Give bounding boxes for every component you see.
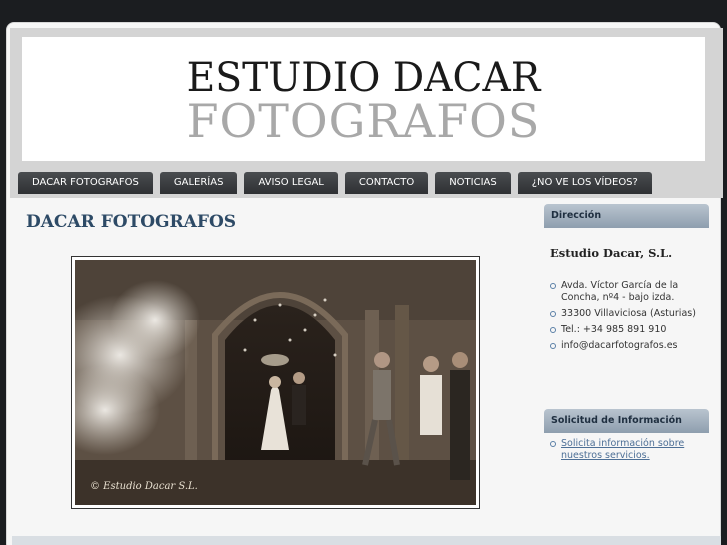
list-item: Avda. Víctor García de la Concha, nº4 - … <box>550 280 710 304</box>
list-item: info@dacarfotografos.es <box>550 340 710 352</box>
list-item: 33300 Villaviciosa (Asturias) <box>550 308 710 320</box>
nav-item-dacar-fotografos[interactable]: DACAR FOTOGRAFOS <box>18 172 153 194</box>
logo-line-2: FOTOGRAFOS <box>186 94 541 148</box>
address-list: Avda. Víctor García de la Concha, nº4 - … <box>550 280 710 356</box>
list-item: Tel.: +34 985 891 910 <box>550 324 710 336</box>
address-email: info@dacarfotografos.es <box>561 340 678 351</box>
bullet-icon <box>550 343 556 349</box>
company-name: Estudio Dacar, S.L. <box>550 246 673 260</box>
address-city: 33300 Villaviciosa (Asturias) <box>561 308 696 319</box>
nav-item-galerias[interactable]: GALERÍAS <box>159 172 238 194</box>
bullet-icon <box>550 311 556 317</box>
bullet-icon <box>550 327 556 333</box>
list-item: Solicita información sobre nuestros serv… <box>550 438 710 462</box>
info-request-list: Solicita información sobre nuestros serv… <box>550 438 710 466</box>
address-heading: Dirección <box>544 204 709 228</box>
bullet-icon <box>550 283 556 289</box>
photo-image: © Estudio Dacar S.L. <box>75 260 476 505</box>
page-title: DACAR FOTOGRAFOS <box>26 212 237 232</box>
address-phone: Tel.: +34 985 891 910 <box>561 324 667 335</box>
wedding-photo: © Estudio Dacar S.L. <box>71 256 480 509</box>
photo-caption: © Estudio Dacar S.L. <box>90 481 198 492</box>
address-street: Avda. Víctor García de la Concha, nº4 - … <box>561 280 679 303</box>
nav-item-videos[interactable]: ¿NO VE LOS VÍDEOS? <box>517 172 652 194</box>
logo-line-1: ESTUDIO DACAR <box>186 55 541 101</box>
nav-item-aviso-legal[interactable]: AVISO LEGAL <box>244 172 338 194</box>
info-request-heading: Solicitud de Información <box>544 409 709 433</box>
bullet-icon <box>550 441 556 447</box>
footer-band <box>12 536 721 545</box>
main-navigation: DACAR FOTOGRAFOS GALERÍAS AVISO LEGAL CO… <box>18 172 659 194</box>
photo-illustration <box>75 260 476 505</box>
nav-item-noticias[interactable]: NOTICIAS <box>435 172 511 194</box>
info-request-link[interactable]: Solicita información sobre nuestros serv… <box>561 438 684 461</box>
site-logo[interactable]: ESTUDIO DACAR FOTOGRAFOS <box>22 37 705 161</box>
nav-item-contacto[interactable]: CONTACTO <box>344 172 429 194</box>
